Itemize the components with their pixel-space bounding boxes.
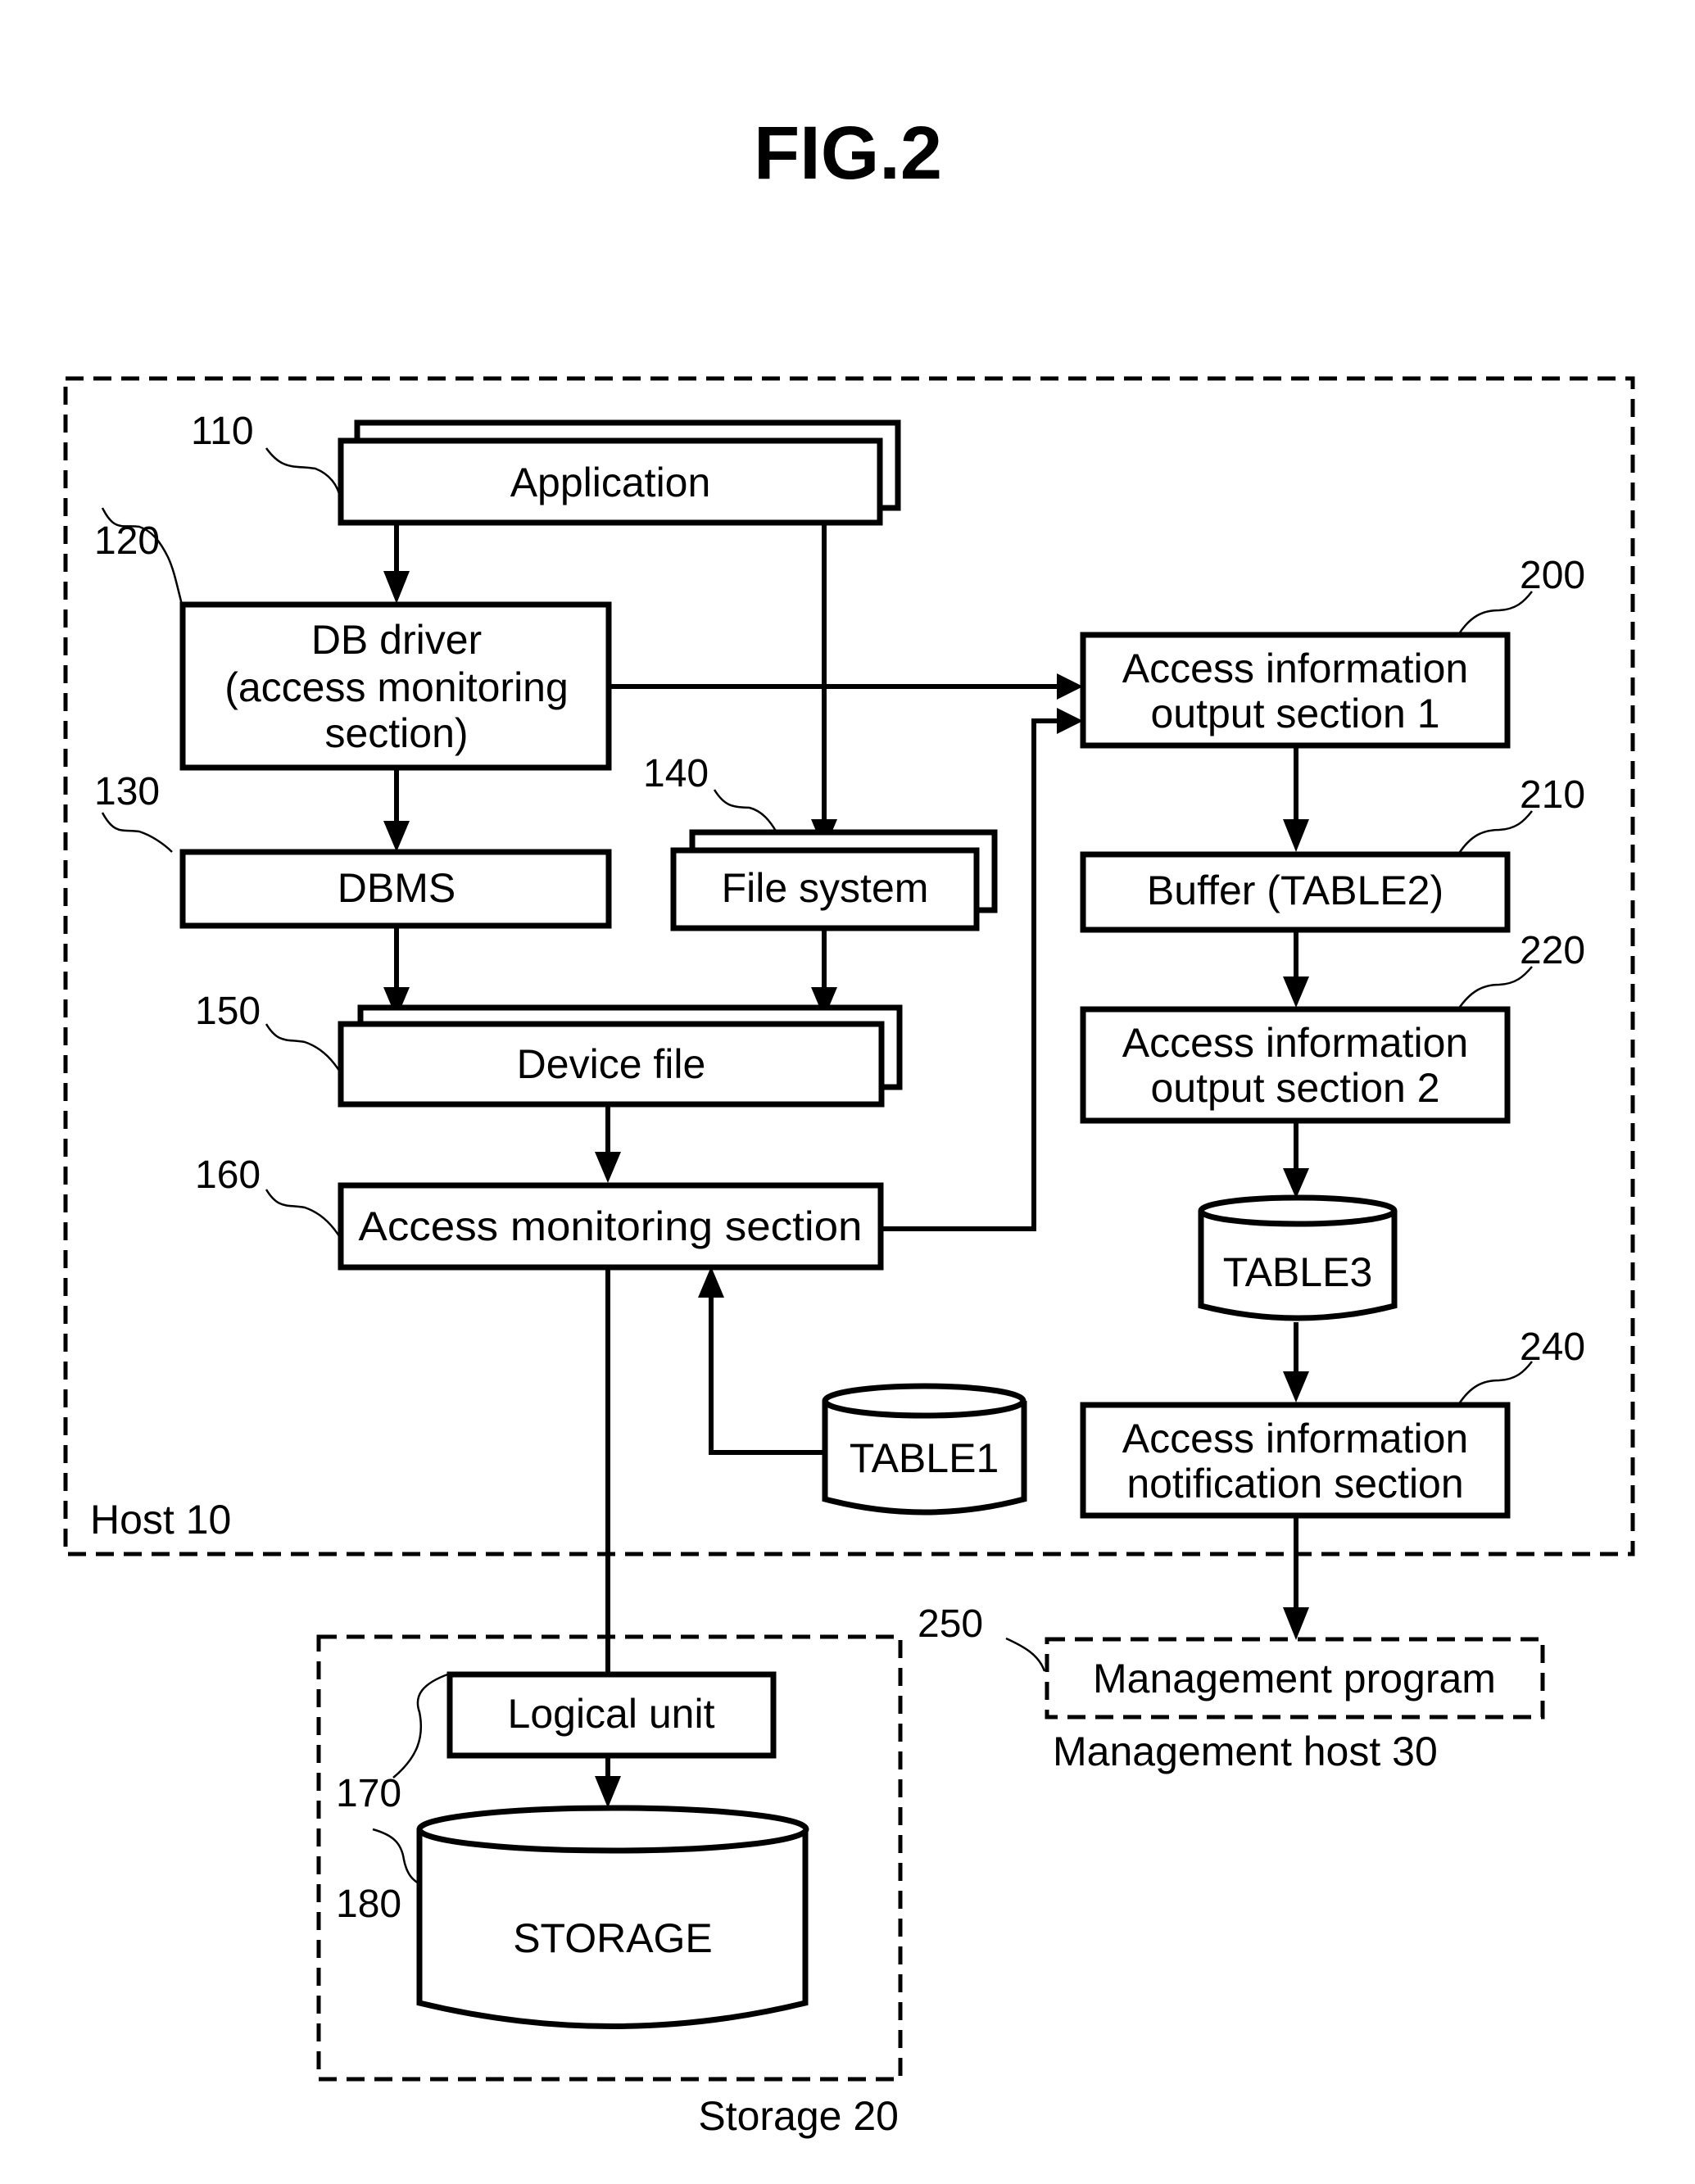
edge-table1-accessmonitoring: [709, 1296, 825, 1455]
dbms-block[interactable]: DBMS: [179, 849, 612, 929]
access-monitoring-label: Access monitoring section: [359, 1203, 863, 1249]
device-file-label: Device file: [517, 1041, 706, 1087]
ref-200: 200: [1520, 554, 1585, 597]
output-section-1-label-line1: Access information: [1122, 646, 1468, 691]
notification-section-label-line1: Access information: [1122, 1416, 1468, 1461]
ref-220: 220: [1520, 929, 1585, 972]
file-system-block[interactable]: File system: [670, 829, 998, 931]
host-container: [63, 376, 1635, 1556]
ref-leader-110: [265, 447, 342, 501]
buffer-label: Buffer (TABLE2): [1147, 868, 1443, 913]
arrowhead: [1283, 1371, 1309, 1402]
logical-unit-block[interactable]: Logical unit: [446, 1671, 777, 1759]
file-system-label: File system: [722, 865, 929, 911]
device-file-block[interactable]: Device file: [338, 1004, 903, 1108]
db-driver-label-line3: section): [324, 710, 468, 756]
management-program-block[interactable]: Management program: [1093, 1656, 1496, 1701]
application-label: Application: [510, 460, 711, 505]
output-section-2-block[interactable]: Access information output section 2: [1080, 1006, 1511, 1124]
ref-120: 120: [94, 519, 160, 563]
ref-250: 250: [918, 1602, 983, 1646]
storage-top: [416, 1805, 809, 1854]
storage-label: STORAGE: [513, 1915, 713, 1961]
ref-leader-170: [392, 1672, 451, 1778]
table1-label: TABLE1: [850, 1435, 999, 1481]
figure-canvas: FIG.2 Host 10 Storage 20 Management host…: [63, 111, 1635, 2139]
ref-240: 240: [1520, 1325, 1585, 1369]
ref-180: 180: [336, 1883, 401, 1926]
ref-210: 210: [1520, 773, 1585, 817]
arrowhead: [595, 1152, 621, 1183]
arrowhead: [698, 1266, 724, 1298]
ref-leader-160: [265, 1189, 342, 1239]
output-section-2-label-line2: output section 2: [1150, 1065, 1439, 1111]
arrowhead: [1283, 819, 1309, 852]
storage-cylinder[interactable]: STORAGE: [416, 1805, 809, 2029]
ref-leader-250: [1005, 1637, 1046, 1672]
management-program-label: Management program: [1093, 1656, 1496, 1701]
arrowhead: [595, 1776, 621, 1808]
ref-leader-180: [372, 1828, 420, 1886]
table3-top: [1198, 1194, 1398, 1227]
arrowhead: [1057, 708, 1083, 734]
ref-170: 170: [336, 1772, 401, 1815]
db-driver-block[interactable]: DB driver (access monitoring section): [179, 601, 612, 771]
dbms-label: DBMS: [338, 865, 455, 911]
output-section-1-label-line2: output section 1: [1150, 691, 1439, 736]
ref-150: 150: [195, 990, 261, 1033]
management-host-label: Management host 30: [1053, 1729, 1438, 1774]
table1-cylinder[interactable]: TABLE1: [822, 1383, 1027, 1516]
arrowhead: [1283, 976, 1309, 1008]
ref-leader-150: [265, 1023, 342, 1074]
logical-unit-label: Logical unit: [508, 1691, 715, 1737]
ref-leader-130: [101, 812, 173, 853]
arrowhead: [383, 571, 410, 604]
output-section-2-label-line1: Access information: [1122, 1020, 1468, 1066]
arrowhead: [1057, 673, 1083, 700]
ref-leader-220: [1457, 966, 1533, 1010]
notification-section-block[interactable]: Access information notification section: [1080, 1402, 1511, 1519]
application-block[interactable]: Application: [338, 419, 901, 526]
table1-top: [822, 1383, 1027, 1419]
access-monitoring-block[interactable]: Access monitoring section: [338, 1182, 884, 1271]
table3-cylinder[interactable]: TABLE3: [1198, 1194, 1398, 1321]
output-section-1-block[interactable]: Access information output section 1: [1080, 632, 1511, 749]
table3-label: TABLE3: [1223, 1249, 1373, 1295]
storage-container-label: Storage 20: [698, 2093, 899, 2139]
ref-leader-200: [1457, 591, 1533, 636]
ref-leader-210: [1457, 810, 1533, 855]
ref-110: 110: [191, 410, 254, 453]
ref-leader-140: [713, 789, 778, 833]
db-driver-label-line1: DB driver: [311, 617, 482, 663]
figure-title: FIG.2: [754, 111, 942, 195]
db-driver-label-line2: (access monitoring: [224, 664, 569, 710]
host-label: Host 10: [90, 1497, 231, 1543]
arrowhead: [1283, 1607, 1309, 1640]
notification-section-label-line2: notification section: [1126, 1461, 1463, 1507]
arrowhead: [1283, 1168, 1309, 1198]
buffer-block[interactable]: Buffer (TABLE2): [1080, 851, 1511, 933]
edge-accessmonitoring-output1: [881, 718, 1057, 1231]
arrowhead: [383, 821, 410, 852]
ref-160: 160: [195, 1153, 261, 1197]
ref-130: 130: [94, 770, 160, 813]
ref-140: 140: [643, 752, 709, 795]
